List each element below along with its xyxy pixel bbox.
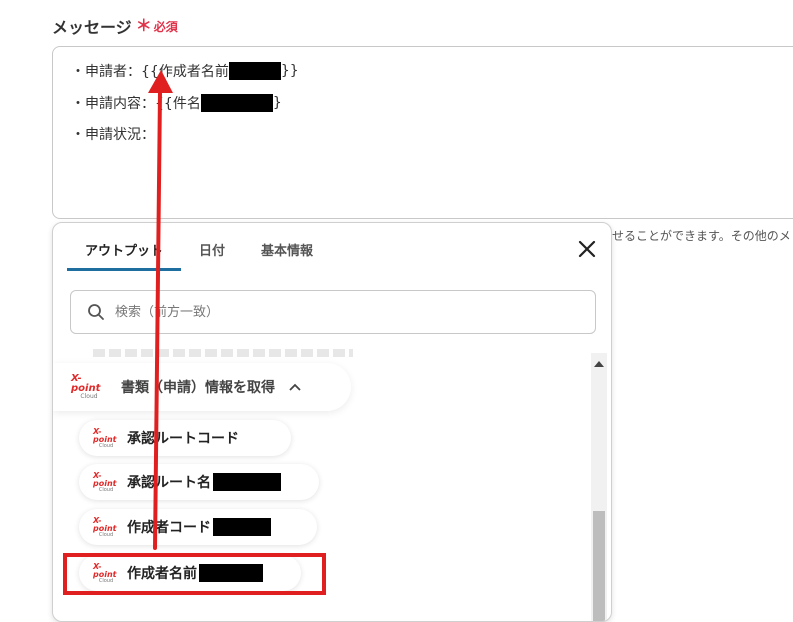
- message-line-status: ・申請状況：: [71, 127, 155, 143]
- redacted-block: [200, 94, 273, 112]
- tab-basic-info[interactable]: 基本情報: [243, 240, 331, 271]
- group-header-document-info[interactable]: X-point Cloud 書類（申請）情報を取得: [53, 363, 351, 411]
- redacted-block: [213, 518, 271, 536]
- message-textarea[interactable]: ・申請者：{{作成者名前 }} ・申請内容：{{件名 } ・申請状況：: [52, 46, 793, 219]
- search-box[interactable]: [70, 290, 596, 334]
- required-badge: ＊ 必須: [136, 18, 178, 35]
- panel-tabs: アウトプット 日付 基本情報: [67, 223, 331, 271]
- highlight-box: [63, 553, 326, 595]
- message-line-content: ・申請内容：{{件名 }: [71, 94, 282, 112]
- search-input[interactable]: [113, 303, 517, 321]
- xpoint-logo: X-point Cloud: [71, 373, 101, 400]
- scrolled-item-remnant: [93, 349, 353, 357]
- output-item-creator-code[interactable]: X-point Cloud 作成者コード: [79, 509, 317, 545]
- message-field-label-row: メッセージ ＊ 必須: [52, 14, 178, 38]
- search-icon: [88, 304, 104, 320]
- tab-output[interactable]: アウトプット: [67, 240, 182, 271]
- redacted-block: [228, 62, 281, 80]
- output-item-approval-route-name[interactable]: X-point Cloud 承認ルート名: [79, 464, 319, 500]
- message-field-label: メッセージ: [52, 18, 132, 37]
- group-title: 書類（申請）情報を取得: [121, 380, 275, 396]
- xpoint-logo: X-point Cloud: [93, 515, 117, 538]
- chevron-up-icon: [289, 381, 301, 394]
- xpoint-logo: X-point Cloud: [93, 470, 117, 493]
- xpoint-logo: X-point Cloud: [93, 426, 117, 449]
- scroll-up-arrow-icon[interactable]: [594, 361, 604, 367]
- close-icon[interactable]: [577, 239, 597, 259]
- message-line-applicant: ・申請者：{{作成者名前 }}: [71, 62, 299, 80]
- output-item-approval-route-code[interactable]: X-point Cloud 承認ルートコード: [79, 420, 291, 456]
- required-mark: ＊: [135, 16, 152, 35]
- redacted-block: [213, 473, 281, 491]
- helper-text: せることができます。その他のメ: [612, 229, 791, 243]
- tab-date[interactable]: 日付: [181, 240, 243, 271]
- panel-scrollbar[interactable]: [591, 353, 607, 621]
- scrollbar-thumb[interactable]: [593, 511, 605, 621]
- required-text: 必須: [153, 19, 178, 34]
